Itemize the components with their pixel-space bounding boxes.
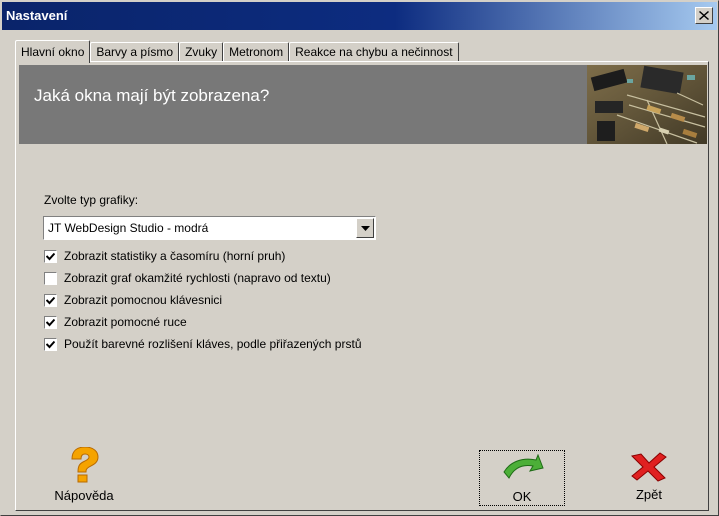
circuit-board-image [587,65,707,144]
checkmark-icon [46,340,55,348]
grafika-selected-value: JT WebDesign Studio - modrá [48,221,209,235]
dropdown-button[interactable] [356,218,374,238]
ok-button[interactable]: OK [479,450,565,506]
checkbox-row[interactable]: Použít barevné rozlišení kláves, podle p… [44,336,362,352]
checkbox-label: Zobrazit pomocné ruce [64,315,187,329]
checkbox-row[interactable]: Zobrazit graf okamžité rychlosti (naprav… [44,270,331,286]
checkbox-row[interactable]: Zobrazit pomocnou klávesnici [44,292,222,308]
window-title: Nastavení [6,8,68,23]
grafika-select[interactable]: JT WebDesign Studio - modrá [43,216,376,240]
checkbox[interactable] [44,293,57,307]
close-button[interactable] [695,7,713,24]
tab-zvuky[interactable]: Zvuky [179,42,224,62]
checkmark-icon [46,252,55,260]
checkbox-label: Použít barevné rozlišení kláves, podle p… [64,337,362,351]
checkmark-icon [46,318,55,326]
grafika-label: Zvolte typ grafiky: [44,193,139,207]
checkbox-label: Zobrazit pomocnou klávesnici [64,293,223,307]
checkbox[interactable] [44,271,57,285]
banner-title: Jaká okna mají být zobrazena? [34,86,270,105]
header-banner: Jaká okna mají být zobrazena? [19,65,707,144]
checkmark-icon [46,296,55,304]
title-bar[interactable]: Nastavení [2,2,717,30]
chevron-down-icon [360,225,370,231]
checkbox-row[interactable]: Zobrazit statistiky a časomíru (horní pr… [44,248,285,264]
checkbox[interactable] [44,337,57,351]
check-arrow-icon [503,453,544,479]
question-icon [71,446,99,483]
settings-dialog: Nastavení Hlavní okno Barvy a písmo Zvuk… [0,0,719,516]
tab-metronom[interactable]: Metronom [223,42,290,62]
tab-barvy-a-pismo[interactable]: Barvy a písmo [90,42,180,62]
red-x-icon [631,452,667,482]
ok-label: OK [512,489,532,504]
tab-strip: Hlavní okno Barvy a písmo Zvuky Metronom… [15,40,459,63]
checkbox[interactable] [44,249,57,263]
help-label: Nápověda [54,488,114,503]
back-button[interactable]: Zpět [613,450,685,508]
checkbox-label: Zobrazit statistiky a časomíru (horní pr… [64,249,286,263]
checkbox-label: Zobrazit graf okamžité rychlosti (naprav… [64,271,331,285]
help-button[interactable]: Nápověda [45,446,123,509]
checkbox[interactable] [44,315,57,329]
close-icon [699,11,709,20]
back-label: Zpět [635,487,662,502]
tab-reakce[interactable]: Reakce na chybu a nečinnost [289,42,459,62]
tab-hlavni-okno[interactable]: Hlavní okno [15,40,91,63]
checkbox-row[interactable]: Zobrazit pomocné ruce [44,314,187,330]
